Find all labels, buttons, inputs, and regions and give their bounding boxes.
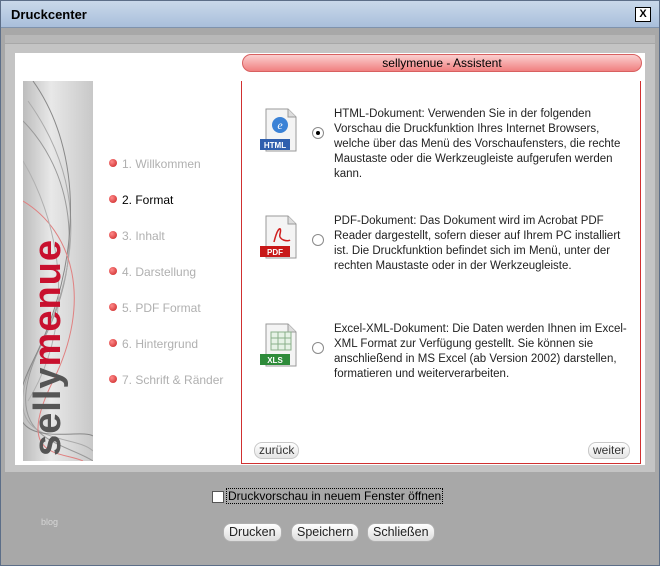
logo-wordmark: sellymenue [27, 239, 70, 456]
html-description: HTML-Dokument: Verwenden Sie in der folg… [334, 108, 621, 180]
html-document-icon: e HTML [260, 108, 297, 152]
wizard-panel: sellymenue - Assistent sellymenue 1. Wil… [5, 44, 655, 472]
title-bar: Druckcenter X [1, 1, 659, 28]
logo-wordmark-selly: selly [27, 366, 69, 456]
druckcenter-window: Druckcenter X sellymenue - Assistent sel… [0, 0, 660, 566]
step-label: 2. Format [122, 193, 174, 207]
top-divider [5, 35, 655, 43]
wizard-inner: sellymenue - Assistent sellymenue 1. Wil… [15, 53, 645, 465]
blog-label: blog [41, 517, 59, 527]
close-window-button[interactable]: X [635, 7, 651, 22]
step-bullet-icon [109, 267, 117, 275]
step-label: 7. Schrift & Ränder [122, 373, 224, 387]
window-title: Druckcenter [11, 7, 87, 22]
xls-radio[interactable] [312, 342, 324, 354]
step-label: 4. Darstellung [122, 265, 197, 279]
step-label: 5. PDF Format [122, 301, 201, 315]
sellymenue-logo: sellymenue [23, 81, 93, 461]
step-bullet-icon [109, 195, 117, 203]
step-label: 6. Hintergrund [122, 337, 199, 351]
pdf-document-icon: PDF [260, 215, 297, 259]
step-bullet-icon [109, 159, 117, 167]
preview-checkbox[interactable] [212, 490, 224, 503]
xls-description: Excel-XML-Dokument: Die Daten werden Ihn… [334, 323, 627, 380]
preview-option: Druckvorschau in neuem Fenster öffnen [212, 488, 444, 504]
wizard-header: sellymenue - Assistent [242, 54, 642, 72]
step-bullet-icon [109, 231, 117, 239]
print-button[interactable]: Drucken [223, 523, 282, 542]
pdf-description: PDF-Dokument: Das Dokument wird im Acrob… [334, 215, 621, 272]
pdf-radio[interactable] [312, 234, 324, 246]
svg-text:XLS: XLS [267, 356, 283, 365]
html-radio[interactable] [312, 127, 324, 139]
step-bullet-icon [109, 303, 117, 311]
step-label: 3. Inhalt [122, 229, 165, 243]
close-button[interactable]: Schließen [367, 523, 435, 542]
svg-text:HTML: HTML [264, 141, 286, 150]
step-label: 1. Willkommen [122, 157, 201, 171]
preview-checkbox-label[interactable]: Druckvorschau in neuem Fenster öffnen [226, 488, 444, 504]
next-button[interactable]: weiter [587, 442, 630, 459]
step-bullet-icon [109, 339, 117, 347]
svg-text:e: e [277, 118, 283, 132]
step-bullet-icon [109, 375, 117, 383]
format-options: e HTML HTML-Dokument: Verwenden Sie in d… [241, 81, 641, 464]
excel-document-icon: XLS [260, 323, 297, 367]
back-button[interactable]: zurück [254, 442, 300, 459]
save-button[interactable]: Speichern [291, 523, 360, 542]
svg-text:PDF: PDF [267, 248, 283, 257]
footer-area: Druckvorschau in neuem Fenster öffnen bl… [1, 472, 659, 565]
logo-wordmark-menue: menue [27, 238, 69, 367]
